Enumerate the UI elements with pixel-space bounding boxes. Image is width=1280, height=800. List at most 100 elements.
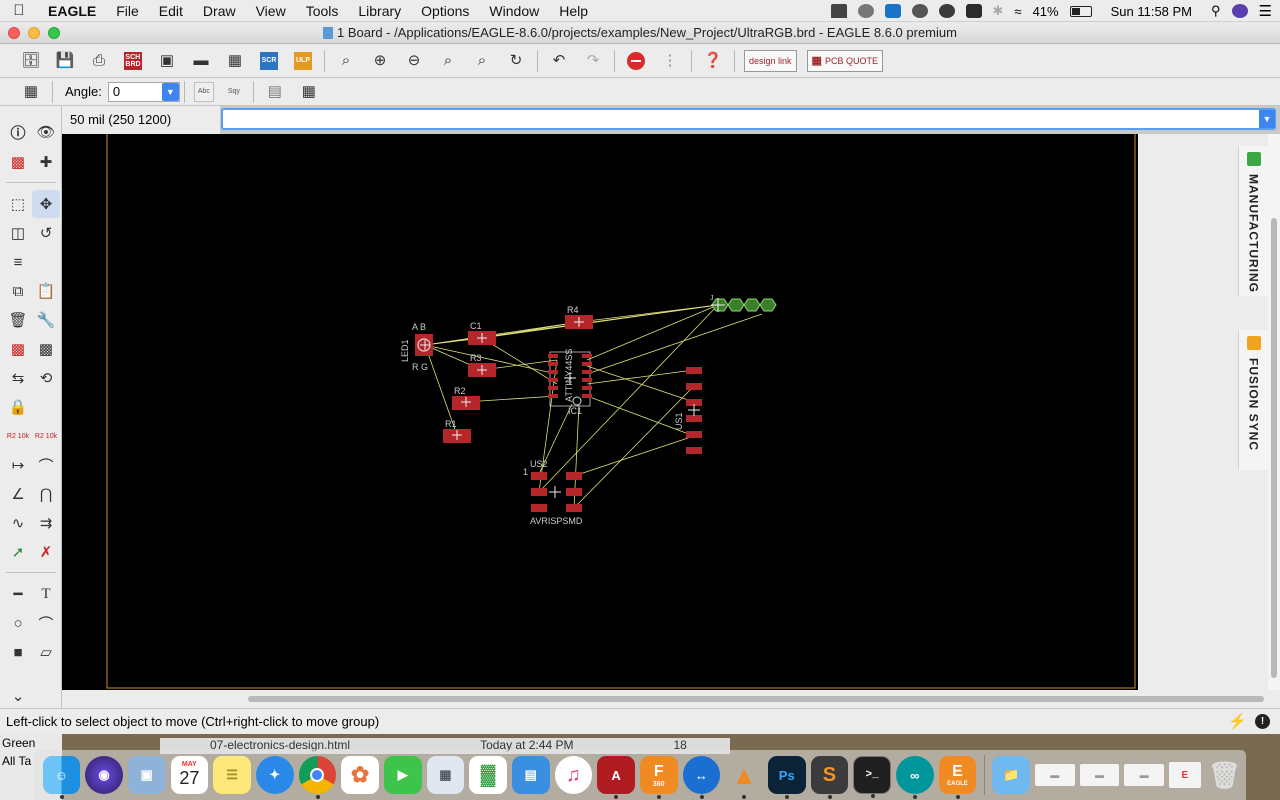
script-button[interactable]: SCR bbox=[258, 50, 280, 72]
text-orientation-toggle[interactable]: Abc bbox=[193, 81, 214, 102]
redo-button[interactable]: ↷ bbox=[582, 50, 604, 72]
dock-notes[interactable]: ☰ bbox=[213, 756, 251, 794]
route-tool[interactable]: ➚ bbox=[4, 538, 32, 566]
dock-fusion360[interactable]: F 360 bbox=[639, 756, 678, 799]
dock-photos[interactable]: ✿ bbox=[341, 756, 379, 794]
swap-tool[interactable]: ⇆ bbox=[4, 364, 32, 392]
bluetooth-icon[interactable]: ✱ bbox=[993, 3, 1004, 19]
dock-stack-4[interactable]: E bbox=[1168, 762, 1201, 788]
rectangle-tool[interactable]: ■ bbox=[4, 638, 32, 666]
menu-edit[interactable]: Edit bbox=[149, 3, 193, 19]
dock-teamviewer[interactable]: ↔ bbox=[682, 756, 721, 799]
text-spin-toggle[interactable]: Sqy bbox=[224, 82, 244, 102]
cam-processor-button[interactable]: ▣ bbox=[156, 50, 178, 72]
mark-tool[interactable]: ✚ bbox=[32, 148, 60, 176]
chevron-down-icon[interactable]: ▼ bbox=[161, 82, 179, 101]
menu-file[interactable]: File bbox=[106, 3, 149, 19]
menu-help[interactable]: Help bbox=[549, 3, 598, 19]
dock-keynote[interactable]: ▤ bbox=[511, 756, 550, 794]
paste-tool[interactable]: 📋 bbox=[32, 277, 60, 305]
dock-finder[interactable]: ☺ bbox=[42, 756, 81, 799]
malwarebytes-tray-icon[interactable] bbox=[965, 4, 982, 18]
dock-stack-2[interactable]: ▬ bbox=[1079, 764, 1120, 786]
apple-menu-icon[interactable]:  bbox=[0, 2, 38, 19]
zoom-out-button[interactable]: ⊖ bbox=[403, 50, 425, 72]
manufacturing-button[interactable]: ▬ bbox=[190, 50, 212, 72]
info-tool[interactable]: ⓘ bbox=[4, 118, 32, 146]
dock-folder[interactable]: 📁 bbox=[992, 756, 1030, 794]
zoom-last-button[interactable]: ⌕ bbox=[471, 50, 493, 72]
finder-sidebar-item[interactable]: Green bbox=[2, 736, 60, 750]
design-link-button[interactable]: design link bbox=[744, 49, 797, 72]
dock-calendar[interactable]: MAY 27 bbox=[170, 756, 209, 794]
copy-tool[interactable]: ⧉ bbox=[4, 277, 32, 305]
tab-manufacturing[interactable]: MANUFACTURING bbox=[1238, 146, 1268, 296]
dock-trash[interactable]: 🗑 bbox=[1206, 756, 1244, 794]
dock-photoshop[interactable]: Ps bbox=[767, 756, 806, 799]
delete-tool[interactable]: 🗑 bbox=[4, 306, 32, 334]
menu-library[interactable]: Library bbox=[348, 3, 411, 19]
vlc-tray-icon[interactable] bbox=[830, 4, 847, 18]
menu-draw[interactable]: Draw bbox=[193, 3, 246, 19]
stop-button[interactable] bbox=[625, 50, 647, 72]
vertical-scroll-thumb[interactable] bbox=[1271, 218, 1277, 678]
siri-icon[interactable] bbox=[1231, 4, 1248, 18]
notification-center-icon[interactable]: ☰ bbox=[1259, 2, 1272, 20]
dock-siri[interactable]: ◉ bbox=[85, 756, 123, 794]
teamviewer-tray-icon[interactable] bbox=[884, 4, 901, 18]
grid-button[interactable]: ▦ bbox=[20, 81, 42, 103]
optimize-tool[interactable]: ⋂ bbox=[32, 480, 60, 508]
smash-tool[interactable]: ↦ bbox=[4, 451, 32, 479]
dock-chrome[interactable] bbox=[298, 756, 337, 799]
undo-button[interactable]: ↶ bbox=[548, 50, 570, 72]
change-tool[interactable]: 🔧 bbox=[32, 306, 60, 334]
arc-tool[interactable]: ⌒ bbox=[32, 609, 60, 637]
board-canvas[interactable]: A B R G LED1 C1 R3 R2 R1 R4 ATTINY44SS I… bbox=[62, 134, 1138, 690]
dock-stack-1[interactable]: ▬ bbox=[1034, 764, 1075, 786]
lightning-icon[interactable]: ⚡ bbox=[1228, 709, 1247, 734]
go-button[interactable]: ⋮ bbox=[659, 50, 681, 72]
help-button[interactable]: ❓ bbox=[702, 50, 724, 72]
lock-rotate-tool[interactable]: ⟲ bbox=[32, 364, 60, 392]
command-line-input[interactable] bbox=[221, 108, 1276, 130]
battery-icon[interactable] bbox=[1069, 5, 1092, 17]
dock-sublime[interactable]: S bbox=[810, 756, 849, 799]
zoom-select-button[interactable]: ⌕ bbox=[437, 50, 459, 72]
print-button[interactable]: ⎙ bbox=[88, 50, 110, 72]
redraw-button[interactable]: ↻ bbox=[505, 50, 527, 72]
command-history-dropdown[interactable]: ▼ bbox=[1259, 110, 1275, 128]
lock-tool[interactable]: 🔒 bbox=[4, 393, 32, 421]
menu-app-name[interactable]: EAGLE bbox=[38, 3, 106, 19]
ripup-tool[interactable]: ⇉ bbox=[32, 509, 60, 537]
dock-preview-2[interactable]: ▦ bbox=[426, 756, 465, 794]
circle-tool[interactable]: ○ bbox=[4, 609, 32, 637]
dock-autocad[interactable]: A bbox=[597, 756, 635, 799]
show-tool[interactable]: 👁 bbox=[32, 118, 60, 146]
split-tool[interactable]: ∠ bbox=[4, 480, 32, 508]
cloud-tray-icon[interactable] bbox=[938, 4, 955, 18]
dock-stack-3[interactable]: ▬ bbox=[1124, 764, 1164, 786]
dock-eagle[interactable]: E EAGLE bbox=[938, 756, 977, 799]
wifi-icon[interactable]: ≈ bbox=[1014, 4, 1021, 19]
window-close-button[interactable] bbox=[8, 27, 20, 39]
layout-option-2-button[interactable]: ▦ bbox=[298, 81, 320, 103]
name-tool[interactable]: R2 10k bbox=[4, 422, 32, 450]
dock-preview[interactable]: ▣ bbox=[127, 756, 166, 794]
group-tool[interactable]: ⬚ bbox=[4, 190, 32, 218]
polygon-tool[interactable]: ▱ bbox=[32, 638, 60, 666]
tab-fusion-sync[interactable]: FUSION SYNC bbox=[1238, 330, 1268, 470]
spotlight-search-icon[interactable]: ⚲ bbox=[1211, 3, 1221, 19]
window-minimize-button[interactable] bbox=[28, 27, 40, 39]
value-tool[interactable]: R2 10k bbox=[32, 422, 60, 450]
zoom-fit-button[interactable]: ⌕ bbox=[335, 50, 357, 72]
ratsnest-tool[interactable]: ✗ bbox=[32, 538, 60, 566]
save-button[interactable]: 💾 bbox=[54, 50, 76, 72]
miter-tool[interactable]: ⌒ bbox=[32, 451, 60, 479]
rotate-tool[interactable]: ↺ bbox=[32, 219, 60, 247]
creative-cloud-tray-icon[interactable] bbox=[857, 4, 874, 18]
text-tool[interactable]: T bbox=[32, 580, 60, 608]
schematic-board-switch-button[interactable]: SCH BRD bbox=[122, 50, 144, 72]
pcb-quote-button[interactable]: ▦ PCB QUOTE bbox=[806, 49, 883, 72]
horizontal-scroll-thumb[interactable] bbox=[248, 696, 1264, 702]
dock-vlc[interactable]: ▲ bbox=[725, 756, 763, 799]
